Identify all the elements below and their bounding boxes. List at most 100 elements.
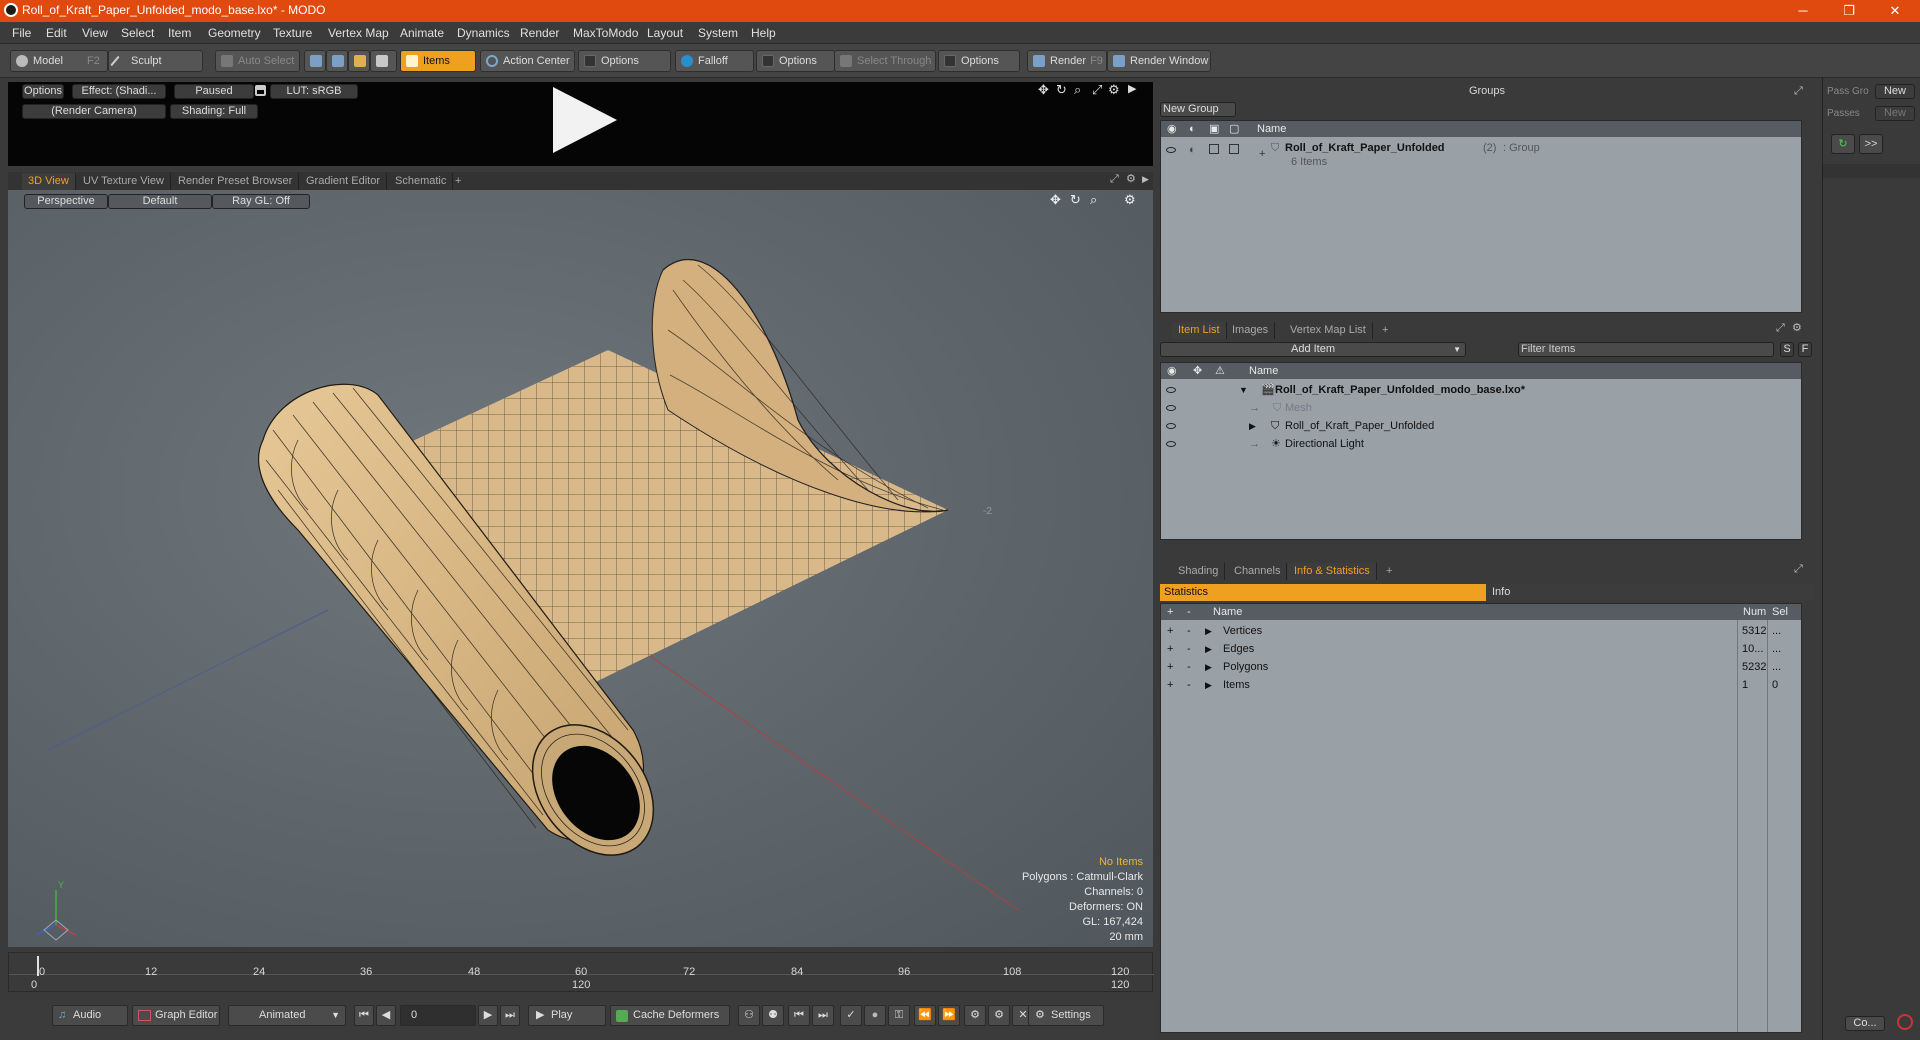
stats-row[interactable]: + - ▶ Polygons 5232 ... bbox=[1161, 658, 1801, 676]
tab-shading[interactable]: Shading bbox=[1172, 563, 1226, 580]
range-end-label[interactable]: 120 bbox=[1111, 979, 1129, 991]
shading-dropdown[interactable]: Shading: Full bbox=[170, 104, 258, 119]
remove-icon[interactable]: - bbox=[1187, 676, 1191, 694]
falloff-button[interactable]: Falloff bbox=[675, 50, 754, 72]
tab-3d-view[interactable]: 3D View bbox=[22, 173, 76, 190]
add-tab-button[interactable]: + bbox=[1380, 563, 1398, 580]
eye-icon[interactable] bbox=[1166, 441, 1176, 447]
step-forward-button[interactable]: ▶ bbox=[478, 1005, 498, 1026]
polygons-mode-button[interactable] bbox=[348, 50, 370, 72]
add-icon[interactable]: + bbox=[1167, 640, 1173, 658]
collapse-all-icon[interactable]: - bbox=[1187, 604, 1191, 620]
prev-key-button[interactable]: ⏮ bbox=[788, 1005, 810, 1026]
filter-f-button[interactable]: F bbox=[1798, 342, 1812, 357]
prev-keyframe-button[interactable]: ⏪ bbox=[914, 1005, 936, 1026]
menu-animate[interactable]: Animate bbox=[400, 26, 444, 40]
animated-dropdown[interactable]: Animated ▼ bbox=[228, 1005, 346, 1026]
gear-icon[interactable]: ⚙ bbox=[1108, 82, 1120, 98]
tab-images[interactable]: Images bbox=[1226, 322, 1276, 339]
items-mode-button[interactable]: Items bbox=[400, 50, 476, 72]
model-mode-button[interactable]: Model F2 bbox=[10, 50, 108, 72]
stats-row[interactable]: + - ▶ Vertices 5312 ... bbox=[1161, 622, 1801, 640]
tab-uv-texture-view[interactable]: UV Texture View bbox=[77, 173, 171, 190]
record-icon[interactable]: ● bbox=[864, 1005, 886, 1026]
expand-icon[interactable]: ⤢ bbox=[1794, 82, 1803, 100]
select-checkbox[interactable] bbox=[1229, 144, 1239, 154]
menu-geometry[interactable]: Geometry bbox=[208, 26, 261, 40]
collapse-arrow-icon[interactable]: ▼ bbox=[1239, 381, 1248, 399]
render-camera-dropdown[interactable]: (Render Camera) bbox=[22, 104, 166, 119]
groups-list[interactable]: ◉ ◐ ▣ ▢ Name ◐ + ⛉ Roll_of_Kraft_Paper_U… bbox=[1160, 120, 1802, 313]
paused-button[interactable]: Paused bbox=[174, 84, 254, 99]
new-pass-button[interactable]: New bbox=[1875, 106, 1915, 121]
range-start-label[interactable]: 0 bbox=[31, 979, 37, 991]
settings-button[interactable]: ⚙ Settings bbox=[1028, 1005, 1104, 1026]
list-item[interactable]: → ☀ Directional Light bbox=[1161, 435, 1801, 453]
falloff-options-button[interactable]: Options bbox=[756, 50, 835, 72]
edges-mode-button[interactable] bbox=[326, 50, 348, 72]
list-item[interactable]: → ⛉ Mesh bbox=[1161, 399, 1801, 417]
menu-vertex-map[interactable]: Vertex Map bbox=[328, 26, 389, 40]
move-view-icon[interactable]: ✥ bbox=[1038, 82, 1049, 98]
expand-arrow-icon[interactable]: ▶ bbox=[1205, 622, 1212, 640]
lut-dropdown[interactable]: LUT: sRGB bbox=[270, 84, 358, 99]
co-button[interactable]: Co... bbox=[1845, 1016, 1885, 1031]
select-through-button[interactable]: Select Through bbox=[834, 50, 936, 72]
tab-vertex-map-list[interactable]: Vertex Map List bbox=[1284, 322, 1373, 339]
menu-maxtomodo[interactable]: MaxToModo bbox=[573, 26, 638, 40]
rotate-view-icon[interactable]: ↻ bbox=[1056, 82, 1067, 98]
eye-icon[interactable] bbox=[1166, 387, 1176, 393]
select-through-options-button[interactable]: Options bbox=[938, 50, 1020, 72]
play-icon[interactable] bbox=[553, 87, 617, 153]
cache-deformers-button[interactable]: Cache Deformers bbox=[610, 1005, 730, 1026]
expand-icon[interactable]: ⤢ bbox=[1092, 82, 1102, 98]
info-tab[interactable]: Info bbox=[1486, 584, 1814, 601]
menu-item[interactable]: Item bbox=[168, 26, 191, 40]
add-tab-button[interactable]: + bbox=[449, 173, 467, 190]
menu-select[interactable]: Select bbox=[121, 26, 154, 40]
new-pass-group-button[interactable]: New bbox=[1875, 84, 1915, 99]
menu-view[interactable]: View bbox=[82, 26, 108, 40]
effect-dropdown[interactable]: Effect: (Shadi... bbox=[72, 84, 166, 99]
materials-mode-button[interactable] bbox=[370, 50, 397, 72]
item-list[interactable]: ◉ ✥ ⚠ Name ▼ 🎬 Roll_of_Kraft_Paper_Unfol… bbox=[1160, 362, 1802, 540]
add-item-dropdown[interactable]: Add Item ▼ bbox=[1160, 342, 1466, 357]
eye-icon[interactable] bbox=[1166, 405, 1176, 411]
expand-icon[interactable]: ⤢ bbox=[1794, 563, 1803, 576]
add-icon[interactable]: + bbox=[1167, 676, 1173, 694]
expand-arrow-icon[interactable]: ▶ bbox=[1205, 640, 1212, 658]
list-item[interactable]: ▶ ⛉ Roll_of_Kraft_Paper_Unfolded bbox=[1161, 417, 1801, 435]
lock-checkbox[interactable] bbox=[1209, 144, 1219, 154]
expand-icon[interactable]: ⤢ bbox=[1110, 173, 1119, 186]
render-button[interactable]: Render F9 bbox=[1027, 50, 1107, 72]
graph-editor-button[interactable]: Graph Editor bbox=[132, 1005, 220, 1026]
key-options-icon[interactable]: ⚙ bbox=[988, 1005, 1010, 1026]
tab-schematic[interactable]: Schematic bbox=[389, 173, 454, 190]
add-tab-button[interactable]: + bbox=[1376, 322, 1394, 339]
menu-render[interactable]: Render bbox=[520, 26, 559, 40]
close-button[interactable]: ✕ bbox=[1872, 1, 1918, 21]
refresh-icon[interactable]: ↻ bbox=[1831, 134, 1855, 154]
key-check-icon[interactable]: ✓ bbox=[840, 1005, 862, 1026]
vertices-mode-button[interactable] bbox=[304, 50, 326, 72]
menu-file[interactable]: File bbox=[12, 26, 31, 40]
filter-items-input[interactable]: Filter Items bbox=[1518, 342, 1774, 357]
render-window-button[interactable]: Render Window bbox=[1107, 50, 1211, 72]
auto-select-button[interactable]: Auto Select bbox=[215, 50, 300, 72]
audio-button[interactable]: ♫ Audio bbox=[52, 1005, 128, 1026]
menu-edit[interactable]: Edit bbox=[46, 26, 67, 40]
filter-s-button[interactable]: S bbox=[1780, 342, 1794, 357]
group-row[interactable]: ◐ + ⛉ Roll_of_Kraft_Paper_Unfolded (2) :… bbox=[1161, 139, 1801, 169]
menu-system[interactable]: System bbox=[698, 26, 738, 40]
statistics-table[interactable]: + - Name Num Sel + - ▶ Vertices 5312 ... … bbox=[1160, 603, 1802, 1033]
frame-input[interactable]: 0 bbox=[400, 1005, 476, 1026]
eye-icon[interactable] bbox=[1166, 147, 1176, 153]
statistics-tab[interactable]: Statistics bbox=[1160, 584, 1486, 601]
figure-icon[interactable]: ⚉ bbox=[762, 1005, 784, 1026]
remove-icon[interactable]: - bbox=[1187, 640, 1191, 658]
sculpt-mode-button[interactable]: Sculpt bbox=[108, 50, 203, 72]
expand-arrow-icon[interactable]: ▶ bbox=[1205, 658, 1212, 676]
tab-render-preset-browser[interactable]: Render Preset Browser bbox=[172, 173, 300, 190]
3d-viewport[interactable]: Perspective Default Ray GL: Off ✥ ↻ ⌕ ⚙ bbox=[8, 190, 1153, 947]
motion-icon[interactable]: ⚇ bbox=[738, 1005, 760, 1026]
